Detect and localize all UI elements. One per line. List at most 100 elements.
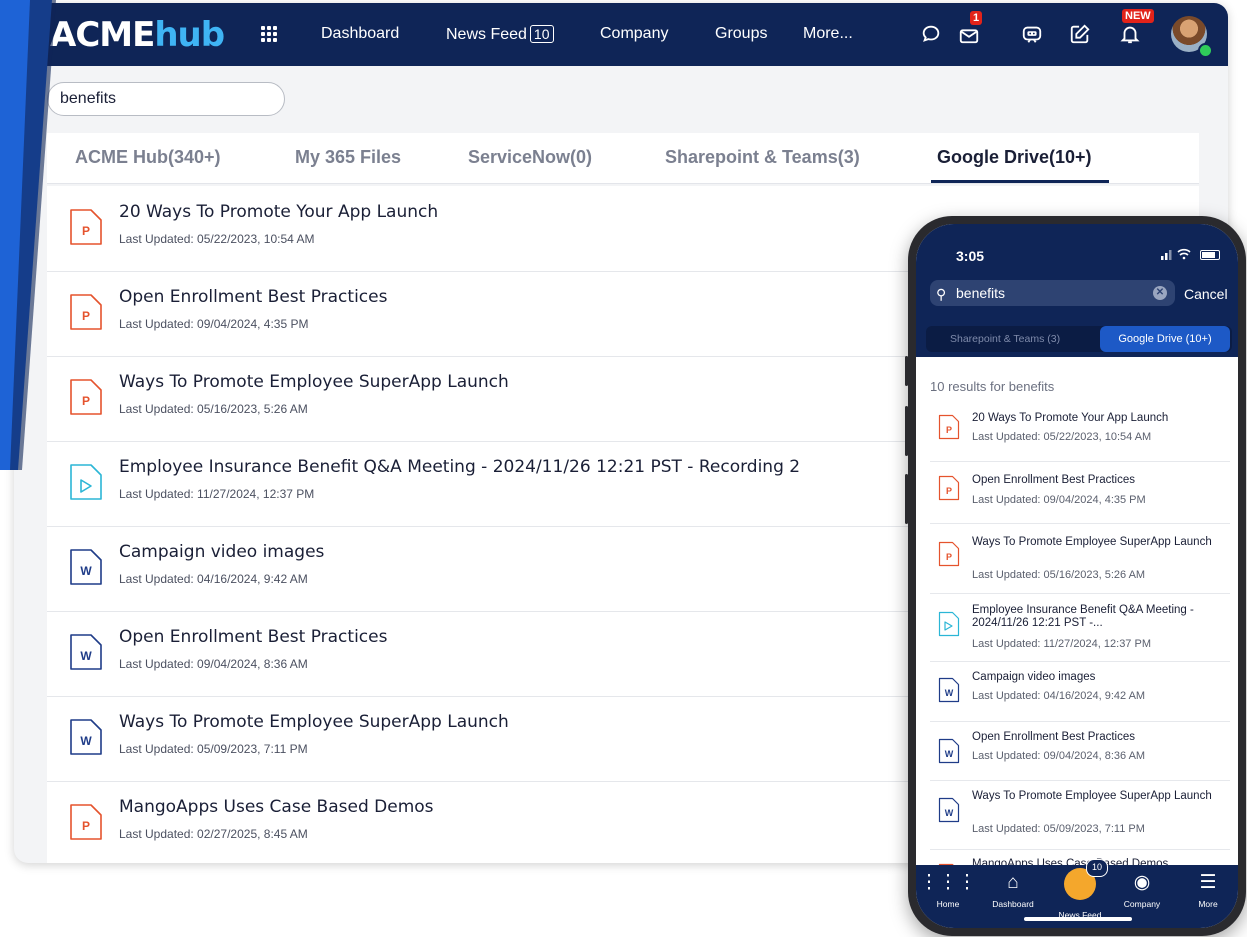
battery-icon xyxy=(1200,250,1220,260)
phone-result-title[interactable]: Open Enrollment Best Practices xyxy=(972,731,1222,744)
tab-my-365-files[interactable]: My 365 Files xyxy=(295,147,401,168)
svg-text:W: W xyxy=(80,734,92,748)
nav-dashboard[interactable]: Dashboard xyxy=(321,25,399,43)
phone-result-title[interactable]: Ways To Promote Employee SuperApp Launch xyxy=(972,536,1222,549)
result-last-updated: Last Updated: 04/16/2024, 9:42 AM xyxy=(119,572,308,586)
phone-result-row[interactable]: W Campaign video images Last Updated: 04… xyxy=(930,661,1230,722)
tab-google-drive[interactable]: Google Drive(10+) xyxy=(937,147,1092,168)
result-last-updated: Last Updated: 11/27/2024, 12:37 PM xyxy=(119,487,315,501)
result-title[interactable]: Open Enrollment Best Practices xyxy=(119,287,387,307)
result-title[interactable]: Employee Insurance Benefit Q&A Meeting -… xyxy=(119,457,800,477)
svg-text:P: P xyxy=(82,394,90,408)
tab-acme-hub[interactable]: ACME Hub(340+) xyxy=(75,147,221,168)
phone-cancel-button[interactable]: Cancel xyxy=(1184,286,1228,302)
powerpoint-file-icon: P xyxy=(938,414,960,440)
phone-nav-home[interactable]: ⋮⋮⋮ Home xyxy=(918,871,978,909)
phone-result-title[interactable]: Campaign video images xyxy=(972,671,1222,684)
svg-text:P: P xyxy=(82,819,90,833)
svg-text:W: W xyxy=(945,808,954,818)
svg-text:W: W xyxy=(80,564,92,578)
phone-result-title[interactable]: Employee Insurance Benefit Q&A Meeting -… xyxy=(972,604,1222,630)
nav-company[interactable]: Company xyxy=(600,25,668,43)
apps-grid-icon[interactable] xyxy=(261,26,277,42)
inbox-icon[interactable] xyxy=(958,23,980,45)
phone-result-row[interactable]: W Ways To Promote Employee SuperApp Laun… xyxy=(930,780,1230,850)
phone-result-last-updated: Last Updated: 04/16/2024, 9:42 AM xyxy=(972,690,1146,702)
result-title[interactable]: Ways To Promote Employee SuperApp Launch xyxy=(119,372,509,392)
phone-result-row[interactable]: P Ways To Promote Employee SuperApp Laun… xyxy=(930,523,1230,594)
word-file-icon: W xyxy=(938,677,960,703)
search-input[interactable]: benefits xyxy=(47,82,285,116)
bell-icon[interactable] xyxy=(1119,23,1141,45)
phone-result-title[interactable]: Ways To Promote Employee SuperApp Launch xyxy=(972,790,1222,803)
nav-groups[interactable]: Groups xyxy=(715,25,767,43)
online-status-dot xyxy=(1198,43,1213,58)
clear-search-icon[interactable]: ✕ xyxy=(1153,286,1167,300)
result-title[interactable]: Ways To Promote Employee SuperApp Launch xyxy=(119,712,509,732)
svg-text:W: W xyxy=(80,649,92,663)
result-title[interactable]: 20 Ways To Promote Your App Launch xyxy=(119,202,438,222)
phone-result-title[interactable]: Open Enrollment Best Practices xyxy=(972,474,1222,487)
phone-nav-company[interactable]: ◉ Company xyxy=(1112,871,1172,909)
result-title[interactable]: MangoApps Uses Case Based Demos xyxy=(119,797,434,817)
powerpoint-file-icon: P xyxy=(938,541,960,567)
active-tab-indicator xyxy=(931,180,1109,183)
phone-side-button xyxy=(905,406,908,456)
compose-icon[interactable] xyxy=(1069,23,1091,45)
search-icon: ⚲ xyxy=(936,286,947,302)
phone-source-tabs: Sharepoint & Teams (3) Google Drive (10+… xyxy=(926,326,1232,352)
result-last-updated: Last Updated: 05/16/2023, 5:26 AM xyxy=(119,402,308,416)
inbox-badge: 1 xyxy=(970,11,983,25)
result-title[interactable]: Open Enrollment Best Practices xyxy=(119,627,387,647)
phone-result-title[interactable]: 20 Ways To Promote Your App Launch xyxy=(972,412,1222,425)
tab-sharepoint-teams[interactable]: Sharepoint & Teams(3) xyxy=(665,147,860,168)
svg-text:W: W xyxy=(945,749,954,759)
acmehub-logo[interactable]: ACMEhub xyxy=(50,15,225,55)
home-indicator xyxy=(1024,917,1132,921)
result-last-updated: Last Updated: 02/27/2025, 8:45 AM xyxy=(119,827,308,841)
word-file-icon: W xyxy=(938,738,960,764)
video-file-icon xyxy=(70,464,102,500)
result-last-updated: Last Updated: 05/22/2023, 10:54 AM xyxy=(119,232,315,246)
phone-result-row[interactable]: P Open Enrollment Best Practices Last Up… xyxy=(930,461,1230,524)
hamburger-menu-icon: ☰ xyxy=(1199,872,1217,893)
word-file-icon: W xyxy=(70,634,102,670)
news-feed-count: 10 xyxy=(529,25,554,43)
word-file-icon: W xyxy=(70,549,102,585)
phone-results-count: 10 results for benefits xyxy=(930,379,1055,394)
nav-more[interactable]: More... xyxy=(803,25,853,43)
phone-side-button xyxy=(905,474,908,524)
tab-servicenow[interactable]: ServiceNow(0) xyxy=(468,147,592,168)
phone-tab-sharepoint-teams[interactable]: Sharepoint & Teams (3) xyxy=(950,333,1060,345)
top-nav: ACMEhub Dashboard News Feed 10 Company Gr… xyxy=(14,3,1228,66)
phone-result-row[interactable]: P 20 Ways To Promote Your App Launch Las… xyxy=(930,404,1230,462)
phone-result-row[interactable]: Employee Insurance Benefit Q&A Meeting -… xyxy=(930,593,1230,662)
phone-nav-more[interactable]: ☰ More xyxy=(1178,871,1238,909)
phone-nav-dashboard[interactable]: ⌂ Dashboard xyxy=(983,871,1043,909)
svg-text:P: P xyxy=(946,486,952,496)
powerpoint-file-icon: P xyxy=(938,475,960,501)
phone-result-row[interactable]: W Open Enrollment Best Practices Last Up… xyxy=(930,721,1230,781)
chat-bubble-icon[interactable] xyxy=(920,23,942,45)
result-last-updated: Last Updated: 09/04/2024, 8:36 AM xyxy=(119,657,308,671)
svg-text:W: W xyxy=(945,688,954,698)
source-tabs: ACME Hub(340+) My 365 Files ServiceNow(0… xyxy=(47,133,1199,184)
phone-header: 3:05 ⚲ benefits ✕ Cancel Sharepoint & Te… xyxy=(916,224,1238,357)
phone-screen: 3:05 ⚲ benefits ✕ Cancel Sharepoint & Te… xyxy=(916,224,1238,928)
result-last-updated: Last Updated: 05/09/2023, 7:11 PM xyxy=(119,742,308,756)
globe-icon: ◉ xyxy=(1133,872,1151,893)
powerpoint-file-icon: P xyxy=(70,379,102,415)
result-title[interactable]: Campaign video images xyxy=(119,542,324,562)
phone-tab-google-drive[interactable]: Google Drive (10+) xyxy=(1100,326,1230,352)
phone-result-last-updated: Last Updated: 05/16/2023, 5:26 AM xyxy=(972,569,1146,581)
phone-search-input[interactable]: ⚲ benefits ✕ xyxy=(930,280,1175,306)
svg-text:P: P xyxy=(82,309,90,323)
news-feed-badge: 10 xyxy=(1086,859,1108,877)
phone-result-last-updated: Last Updated: 05/09/2023, 7:11 PM xyxy=(972,823,1145,835)
svg-text:P: P xyxy=(82,224,90,238)
video-file-icon xyxy=(938,611,960,637)
powerpoint-file-icon: P xyxy=(70,209,102,245)
nav-news-feed[interactable]: News Feed 10 xyxy=(446,25,554,44)
svg-text:P: P xyxy=(946,425,952,435)
bot-icon[interactable] xyxy=(1021,23,1043,45)
